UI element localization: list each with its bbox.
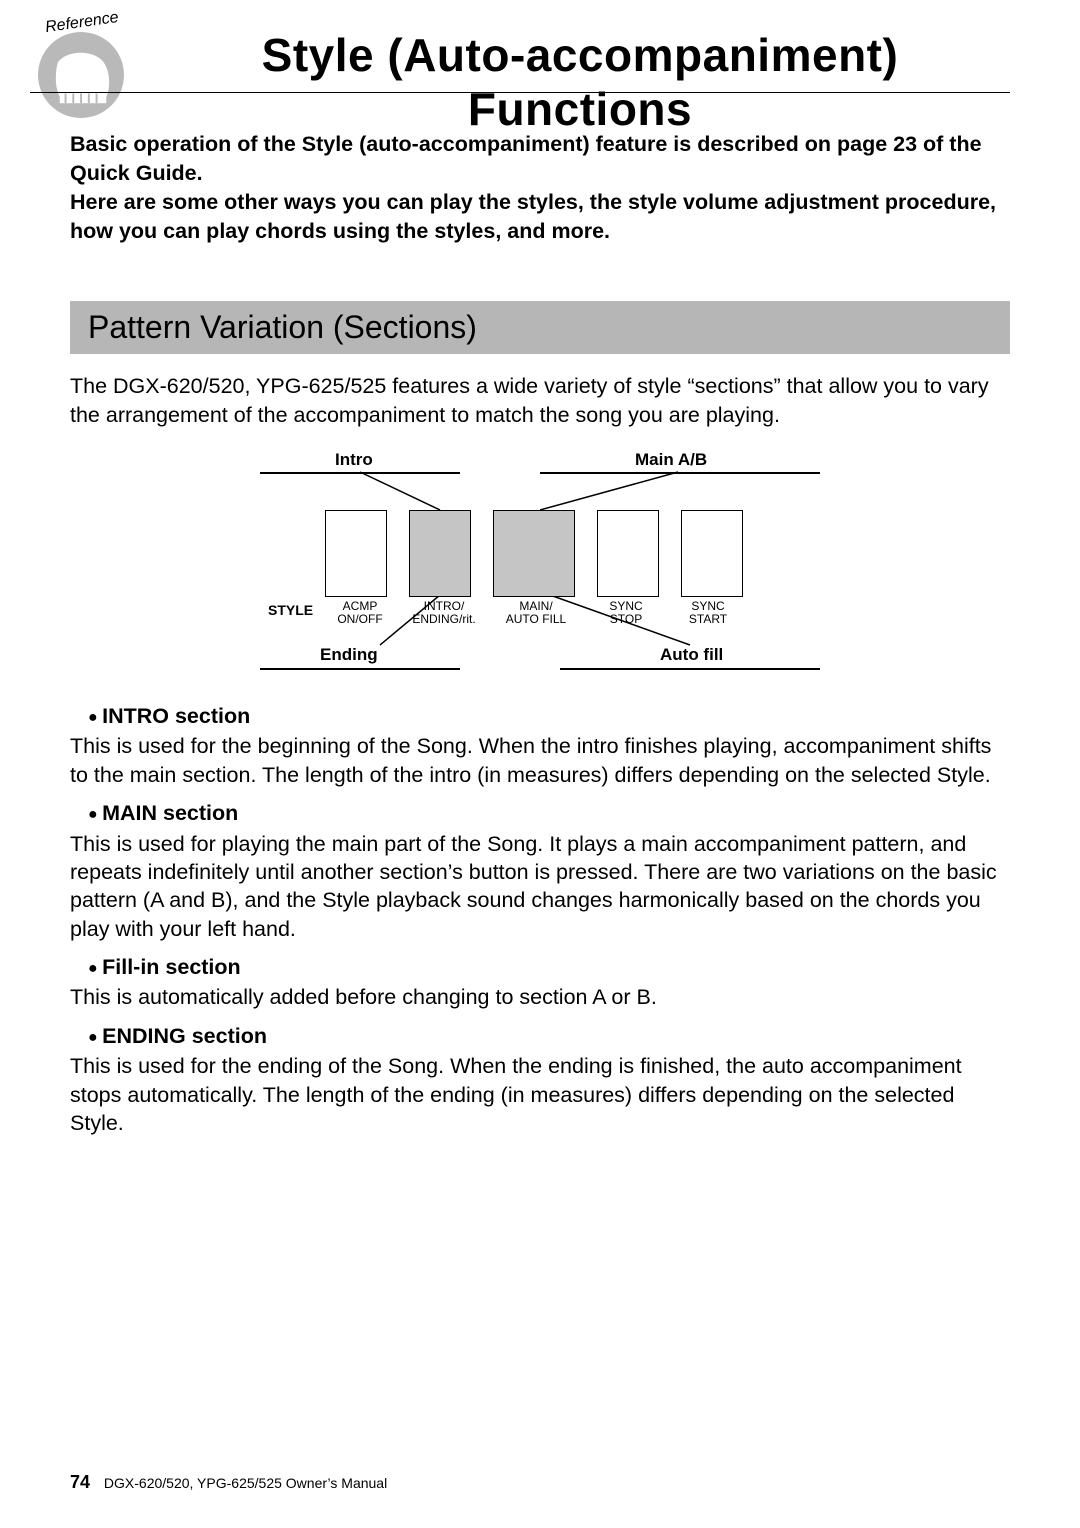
reference-badge: Reference	[28, 12, 128, 112]
caption-text: START	[689, 612, 727, 626]
diagram-label-ending: Ending	[320, 645, 378, 665]
caption-text: ENDING/rit.	[412, 612, 475, 626]
def-head-fillin: Fill-in section	[88, 953, 1010, 981]
caption-text: AUTO FILL	[506, 612, 566, 626]
diagram-rule-bottom-left	[260, 668, 460, 670]
piano-icon	[52, 50, 114, 108]
def-head-intro: INTRO section	[88, 702, 1010, 730]
style-sections-diagram: Intro Main A/B STYLE ACMP ON/OFF	[260, 450, 820, 680]
page-number: 74	[70, 1472, 90, 1492]
footer-manual: DGX-620/520, YPG-625/525 Owner’s Manual	[104, 1475, 387, 1491]
def-body-main: This is used for playing the main part o…	[70, 830, 1010, 944]
def-head-ending: ENDING section	[88, 1022, 1010, 1050]
definitions: INTRO section This is used for the begin…	[70, 702, 1010, 1137]
lead-paragraph: Basic operation of the Style (auto-accom…	[70, 130, 1010, 246]
section-intro: The DGX-620/520, YPG-625/525 features a …	[70, 372, 1010, 430]
caption-main: MAIN/ AUTO FILL	[496, 600, 576, 625]
caption-intro: INTRO/ ENDING/rit.	[405, 600, 483, 625]
button-intro-ending	[409, 510, 471, 597]
caption-text: STOP	[610, 612, 642, 626]
diagram-style-label: STYLE	[268, 602, 313, 618]
def-body-ending: This is used for the ending of the Song.…	[70, 1052, 1010, 1137]
diagram-label-autofill: Auto fill	[660, 645, 723, 665]
caption-text: ON/OFF	[337, 612, 382, 626]
button-acmp	[325, 510, 387, 597]
def-body-intro: This is used for the beginning of the So…	[70, 732, 1010, 789]
button-sync-start	[681, 510, 743, 597]
caption-sync-start: SYNC START	[680, 600, 736, 625]
section-heading: Pattern Variation (Sections)	[70, 301, 1010, 354]
diagram-rule-bottom-right	[560, 668, 820, 670]
diagram-button-row	[325, 510, 743, 597]
header-rule	[30, 92, 1010, 93]
button-sync-stop	[597, 510, 659, 597]
footer: 74 DGX-620/520, YPG-625/525 Owner’s Manu…	[70, 1472, 387, 1493]
button-main-autofill	[493, 510, 575, 597]
def-head-main: MAIN section	[88, 799, 1010, 827]
caption-acmp: ACMP ON/OFF	[332, 600, 388, 625]
page-title: Style (Auto-accompaniment) Functions	[150, 28, 1010, 136]
page: Reference Style (Auto-accompaniment) Fun…	[0, 0, 1080, 1528]
def-body-fillin: This is automatically added before chang…	[70, 983, 1010, 1011]
caption-sync-stop: SYNC STOP	[598, 600, 654, 625]
